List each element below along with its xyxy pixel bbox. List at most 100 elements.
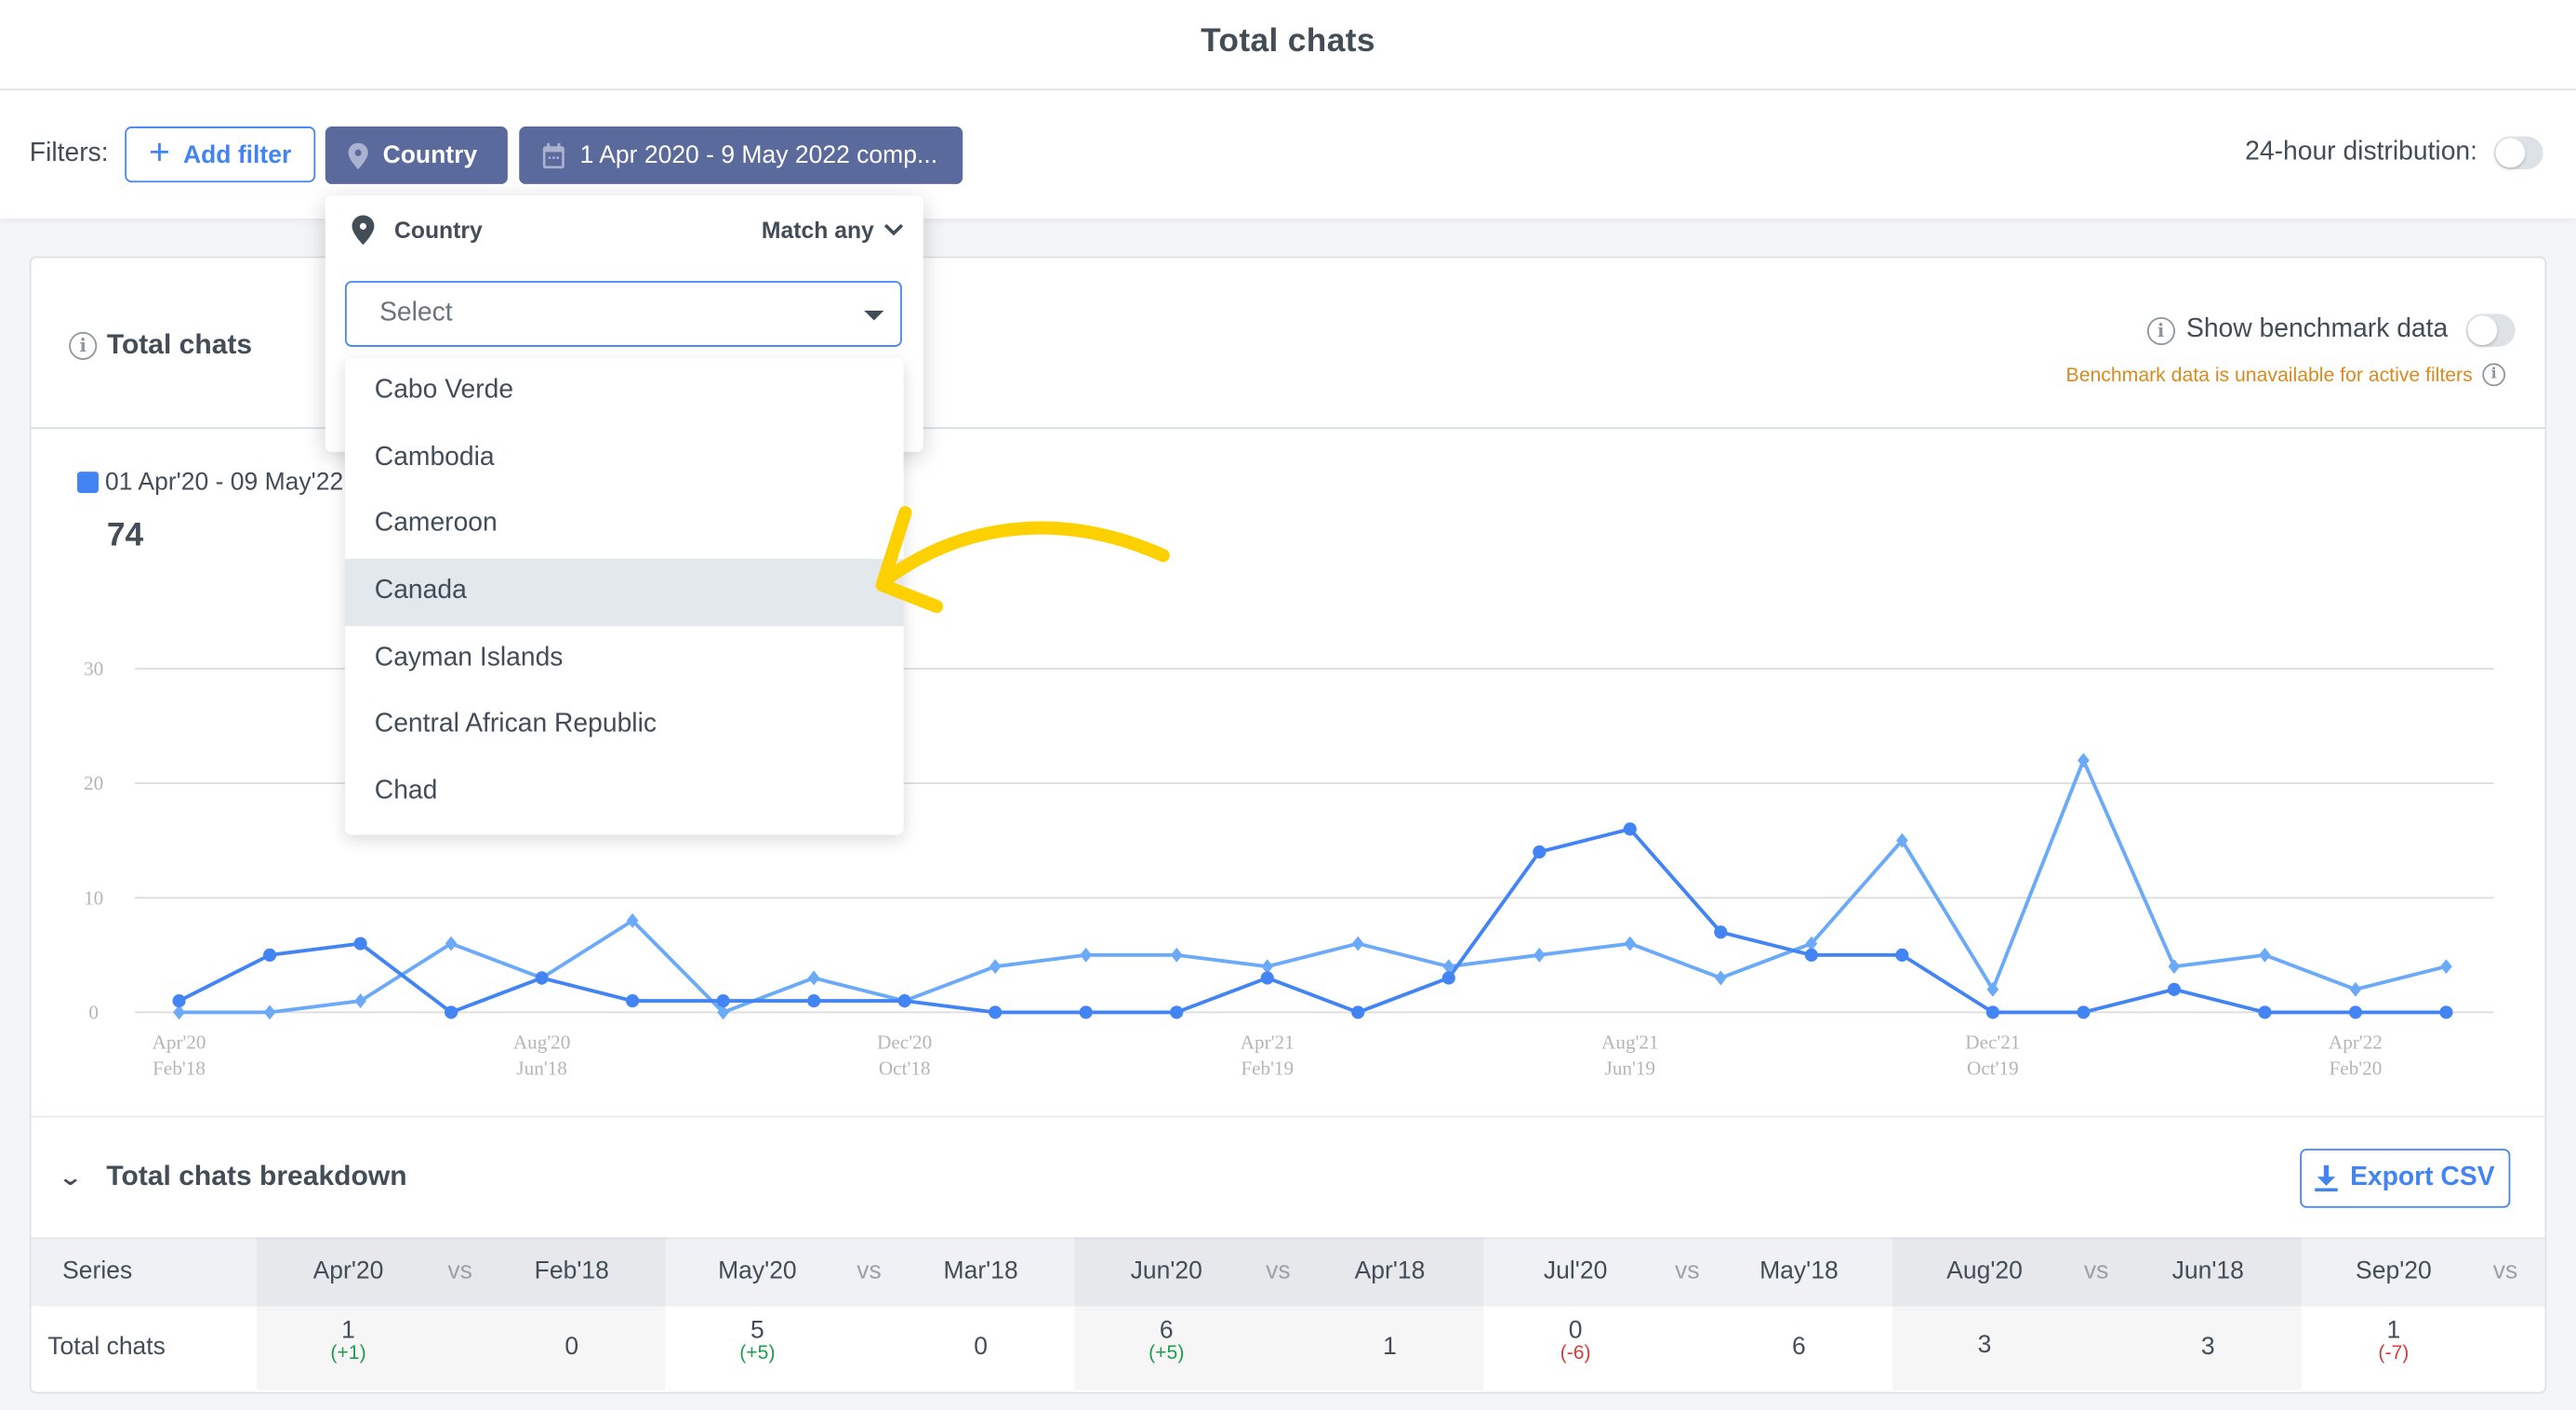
data-point-previous (1170, 947, 1183, 963)
current-value: 6 (+5) (1109, 1317, 1224, 1364)
popover-field-label: Country (393, 217, 483, 244)
date-range-label: 1 Apr 2020 - 9 May 2022 comp... (579, 140, 938, 169)
filters-label: Filters: (29, 140, 109, 168)
country-option[interactable]: Cabo Verde (345, 358, 904, 425)
data-point-previous (1533, 947, 1546, 963)
x-tick-label-compare: Oct'19 (1967, 1058, 2019, 1080)
country-filter-chip[interactable]: Country (325, 126, 508, 184)
current-value: 3 (1927, 1332, 2042, 1359)
date-range-chip[interactable]: 1 Apr 2020 - 9 May 2022 comp... (519, 126, 963, 184)
current-value: 1 (+1) (291, 1317, 406, 1363)
current-value: 0 (-6) (1518, 1317, 1633, 1363)
data-point-current (897, 994, 911, 1008)
column-header-current: Jun'20 (1130, 1257, 1202, 1285)
data-point-previous (807, 970, 820, 986)
country-option[interactable]: Cayman Islands (345, 626, 904, 693)
delta-value: (-7) (2378, 1340, 2410, 1364)
vs-label: vs (2083, 1257, 2109, 1285)
x-tick-label: Aug'20 (513, 1031, 570, 1053)
x-tick-label: Dec'20 (877, 1031, 932, 1053)
row-label: Total chats (47, 1332, 166, 1361)
data-point-current (807, 994, 821, 1008)
delta-value: (+5) (739, 1340, 776, 1364)
data-point-current (445, 1005, 458, 1019)
data-point-current (716, 994, 730, 1008)
chevron-down-icon (883, 223, 904, 236)
current-value: 5 (+5) (700, 1317, 816, 1364)
data-point-current (1714, 925, 1728, 939)
data-point-current (1985, 1005, 1999, 1019)
match-label: Match any (761, 217, 874, 244)
data-point-current (1170, 1005, 1184, 1019)
data-point-current (2439, 1005, 2453, 1019)
x-tick-label-compare: Oct'18 (879, 1058, 931, 1080)
previous-value: 1 (1383, 1332, 1397, 1361)
y-tick-label: 0 (88, 1001, 99, 1023)
column-header-previous: Apr'18 (1354, 1257, 1426, 1285)
current-value: 1 (-7) (2336, 1317, 2451, 1364)
country-option[interactable]: Canada (344, 558, 904, 626)
vs-label: vs (447, 1257, 472, 1285)
app-root: Total chats Filters: + Add filter Countr… (0, 0, 2576, 1410)
location-pin-icon (348, 141, 368, 169)
data-point-current (1895, 948, 1909, 962)
data-point-previous (1080, 947, 1093, 963)
data-point-current (2167, 982, 2181, 996)
location-pin-icon (352, 215, 375, 246)
add-filter-button[interactable]: + Add filter (125, 126, 316, 183)
country-options-list: Cabo Verde Cambodia Cameroon Canada Cayman I… (344, 358, 904, 835)
y-tick-label: 10 (84, 886, 103, 909)
column-header-current: Jul'20 (1543, 1257, 1608, 1285)
x-tick-label-compare: Jun'19 (1605, 1058, 1655, 1080)
x-tick-label-compare: Feb'18 (153, 1058, 206, 1080)
data-point-current (2258, 1005, 2272, 1019)
data-point-current (626, 994, 640, 1008)
breakdown-header: ⌄ Total chats breakdown Export CSV (31, 1115, 2545, 1240)
series-header: Series (62, 1257, 133, 1285)
calendar-icon (542, 141, 564, 168)
country-option[interactable]: Cameroon (345, 492, 904, 559)
country-select[interactable]: Select (344, 281, 902, 347)
distribution-toggle[interactable] (2493, 136, 2543, 169)
column-header-current: Aug'20 (1946, 1257, 2023, 1285)
vs-label: vs (2492, 1257, 2518, 1285)
x-tick-label-compare: Feb'20 (2330, 1058, 2383, 1080)
export-label: Export CSV (2350, 1163, 2495, 1192)
column-header-previous: Feb'18 (534, 1257, 609, 1285)
data-point-previous (1714, 970, 1727, 986)
data-point-current (1623, 822, 1637, 836)
previous-value: 0 (564, 1332, 579, 1361)
data-point-previous (2259, 947, 2271, 963)
export-csv-button[interactable]: Export CSV (2300, 1149, 2511, 1208)
column-header-previous: May'18 (1759, 1257, 1839, 1285)
download-icon (2315, 1164, 2339, 1192)
caret-down-icon (864, 310, 884, 321)
data-point-current (989, 1005, 1003, 1019)
data-point-current (263, 948, 277, 962)
previous-value: 6 (1792, 1332, 1806, 1361)
country-option[interactable]: Central African Republic (345, 693, 904, 760)
data-point-current (2348, 1005, 2362, 1019)
breakdown-toggle[interactable]: ⌄ Total chats breakdown (58, 1160, 406, 1192)
column-header-previous: Jun'18 (2171, 1257, 2244, 1285)
x-tick-label-compare: Feb'19 (1241, 1058, 1294, 1080)
data-point-current (1533, 845, 1547, 859)
data-point-previous (2349, 981, 2362, 997)
x-tick-label-compare: Jun'18 (516, 1058, 566, 1080)
select-placeholder: Select (379, 299, 453, 327)
country-option[interactable]: Cambodia (345, 425, 904, 492)
column-header-current: Apr'20 (312, 1257, 384, 1285)
data-point-current (1079, 1005, 1093, 1019)
column-header-previous: Mar'18 (943, 1257, 1018, 1285)
x-tick-label: Aug'21 (1601, 1031, 1658, 1053)
data-point-current (1260, 971, 1274, 985)
data-point-previous (1351, 936, 1364, 951)
x-tick-label: Apr'22 (2329, 1031, 2383, 1053)
delta-value: (+5) (1149, 1340, 1185, 1364)
breakdown-table: Series Total chats Apr'20 vs Feb'18 1 (+1) 0 M… (31, 1237, 2545, 1390)
country-option[interactable]: Chad (345, 760, 904, 827)
y-tick-label: 20 (84, 772, 103, 794)
page-title: Total chats (1201, 22, 1375, 60)
match-any-dropdown[interactable]: Match any (761, 217, 904, 244)
x-tick-label: Apr'21 (1241, 1031, 1295, 1053)
